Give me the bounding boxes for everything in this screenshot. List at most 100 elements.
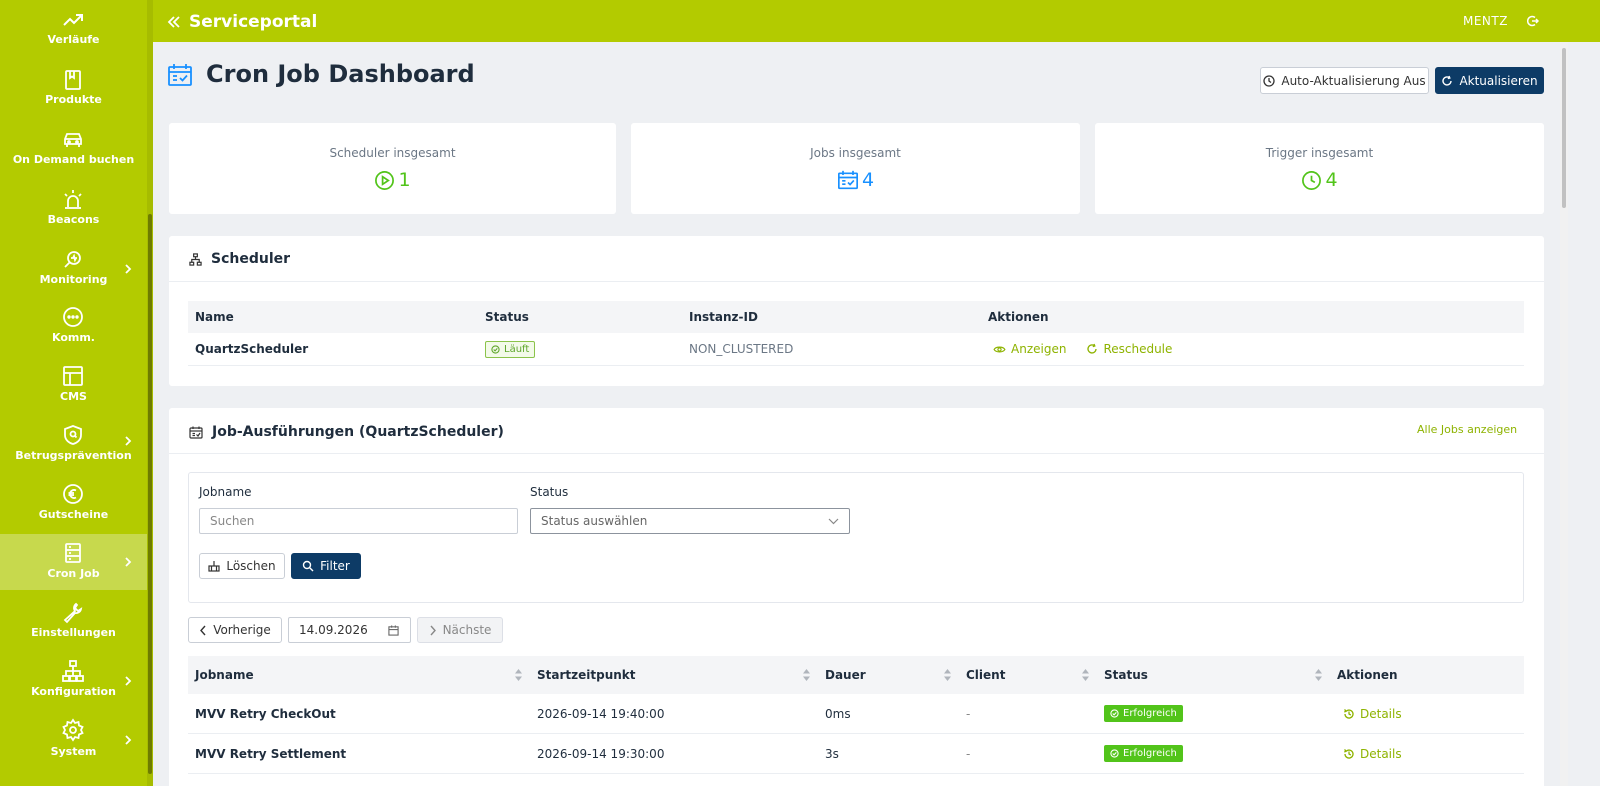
status-text: Erfolgreich bbox=[1123, 708, 1177, 719]
stat-value-row: 4 bbox=[1095, 169, 1544, 191]
status-select[interactable]: Status auswählen bbox=[530, 508, 850, 534]
sidebar-item-system[interactable]: System bbox=[0, 715, 147, 775]
jobname-label: Jobname bbox=[199, 485, 252, 499]
stat-card-trigger: Trigger insgesamt 4 bbox=[1095, 123, 1544, 214]
sidebar-item-cms[interactable]: CMS bbox=[0, 360, 147, 420]
section-title-text: Job-Ausführungen (QuartzScheduler) bbox=[212, 424, 504, 440]
scheduler-name: QuartzScheduler bbox=[195, 342, 309, 356]
page-title: Cron Job Dashboard bbox=[206, 60, 475, 88]
column-header-duration[interactable]: Dauer bbox=[825, 656, 866, 694]
calendar-icon bbox=[189, 426, 203, 439]
executions-section-title: Job-Ausführungen (QuartzScheduler) bbox=[189, 424, 504, 440]
eye-icon bbox=[993, 346, 1006, 352]
column-header-jobname[interactable]: Jobname bbox=[195, 656, 254, 694]
auto-refresh-label: Auto-Aktualisierung Aus bbox=[1281, 73, 1426, 88]
column-header: Aktionen bbox=[988, 310, 1049, 324]
job-name: MVV Retry Settlement bbox=[195, 746, 347, 761]
divider bbox=[169, 281, 1544, 282]
previous-day-label: Vorherige bbox=[213, 623, 271, 637]
table-row: MVV Retry CheckOut 2026-09-14 19:40:00 0… bbox=[188, 694, 1524, 734]
sort-icon[interactable] bbox=[944, 669, 951, 681]
auto-refresh-button[interactable]: Auto-Aktualisierung Aus bbox=[1260, 67, 1429, 94]
page-scrollbar-thumb[interactable] bbox=[1562, 48, 1566, 208]
date-picker[interactable]: 14.09.2026 bbox=[288, 617, 411, 643]
status-text: Erfolgreich bbox=[1123, 748, 1177, 759]
view-link[interactable]: Anzeigen bbox=[993, 342, 1066, 356]
column-header-client[interactable]: Client bbox=[966, 656, 1005, 694]
sidebar-item-gutscheine[interactable]: Gutscheine bbox=[0, 480, 147, 540]
details-link[interactable]: Details bbox=[1343, 707, 1402, 721]
sidebar-item-label: On Demand buchen bbox=[12, 153, 135, 166]
user-name[interactable]: MENTZ bbox=[1463, 14, 1508, 28]
cluster-icon bbox=[189, 252, 202, 266]
reschedule-link[interactable]: Reschedule bbox=[1086, 342, 1172, 356]
status-label: Status bbox=[530, 485, 569, 499]
scheduler-card: Scheduler Name Status Instanz-ID Aktione… bbox=[169, 236, 1544, 386]
sidebar-item-beacons[interactable]: Beacons bbox=[0, 180, 147, 240]
shield-icon bbox=[64, 425, 82, 445]
jobname-search-input[interactable]: Suchen bbox=[199, 508, 518, 534]
chevron-right-icon bbox=[125, 735, 132, 745]
stat-label: Scheduler insgesamt bbox=[329, 146, 456, 160]
sidebar-item-verlaeufe[interactable]: Verläufe bbox=[0, 0, 147, 60]
sidebar-item-komm[interactable]: Komm. bbox=[0, 300, 147, 360]
history-icon bbox=[1344, 748, 1354, 759]
clear-filter-button[interactable]: Löschen bbox=[199, 553, 285, 579]
sidebar: Verläufe Produkte On Demand buchen Beaco… bbox=[0, 0, 153, 786]
chat-icon bbox=[63, 307, 83, 327]
brand-title[interactable]: Serviceportal bbox=[189, 12, 317, 32]
job-client: - bbox=[966, 746, 971, 761]
sidebar-scrollbar-thumb[interactable] bbox=[148, 214, 152, 774]
calendar-check-icon bbox=[168, 64, 192, 86]
sort-icon[interactable] bbox=[1082, 669, 1089, 681]
sort-icon[interactable] bbox=[1315, 669, 1322, 681]
logout-icon[interactable] bbox=[1527, 14, 1539, 28]
sidebar-item-label: Komm. bbox=[52, 331, 95, 344]
sidebar-item-betrugspraevention[interactable]: Betrugsprävention bbox=[0, 420, 147, 480]
details-link-label: Details bbox=[1360, 746, 1402, 761]
sidebar-item-label: System bbox=[50, 745, 97, 758]
sidebar-item-monitoring[interactable]: Monitoring bbox=[0, 240, 147, 300]
check-circle-icon bbox=[1110, 749, 1119, 758]
actions-cell: Anzeigen Reschedule bbox=[993, 333, 1172, 365]
column-header-status[interactable]: Status bbox=[1104, 656, 1148, 694]
clock-icon bbox=[1263, 74, 1276, 87]
divider bbox=[169, 453, 1544, 454]
previous-day-button[interactable]: Vorherige bbox=[188, 617, 282, 643]
all-jobs-link[interactable]: Alle Jobs anzeigen bbox=[1417, 423, 1517, 436]
server-icon bbox=[65, 543, 81, 563]
status-cell: Erfolgreich bbox=[1104, 694, 1183, 733]
details-link[interactable]: Details bbox=[1343, 747, 1402, 761]
search-icon bbox=[302, 560, 314, 572]
column-header-start[interactable]: Startzeitpunkt bbox=[537, 656, 636, 694]
filter-button[interactable]: Filter bbox=[291, 553, 361, 579]
column-header: Status bbox=[485, 310, 529, 324]
sidebar-item-label: Verläufe bbox=[47, 33, 100, 46]
sidebar-item-produkte[interactable]: Produkte bbox=[0, 60, 147, 120]
sidebar-item-einstellungen[interactable]: Einstellungen bbox=[0, 595, 147, 655]
network-icon bbox=[62, 660, 84, 682]
stat-card-scheduler: Scheduler insgesamt 1 bbox=[169, 123, 616, 214]
refresh-button[interactable]: Aktualisieren bbox=[1435, 67, 1544, 94]
chevron-right-icon bbox=[125, 264, 132, 274]
sort-icon[interactable] bbox=[515, 669, 522, 681]
car-icon bbox=[64, 133, 82, 147]
stat-value: 4 bbox=[1325, 169, 1338, 191]
chevron-right-icon bbox=[125, 557, 132, 567]
chevron-left-icon bbox=[200, 625, 206, 635]
sidebar-item-konfiguration[interactable]: Konfiguration bbox=[0, 655, 147, 715]
column-header: Name bbox=[195, 310, 234, 324]
stat-label: Jobs insgesamt bbox=[810, 146, 901, 160]
double-chevron-left-icon[interactable] bbox=[167, 15, 181, 29]
table-row: MVV Retry Settlement 2026-09-14 19:30:00… bbox=[188, 734, 1524, 774]
sort-icon[interactable] bbox=[803, 669, 810, 681]
sidebar-item-cron-job[interactable]: Cron Job bbox=[0, 534, 147, 590]
next-day-button[interactable]: Nächste bbox=[417, 617, 503, 643]
date-value: 14.09.2026 bbox=[299, 623, 368, 637]
table-row: QuartzScheduler Läuft NON_CLUSTERED Anze… bbox=[188, 333, 1524, 366]
job-start-time: 2026-09-14 19:30:00 bbox=[537, 746, 665, 761]
sidebar-item-on-demand[interactable]: On Demand buchen bbox=[0, 120, 147, 180]
trend-icon bbox=[63, 14, 83, 26]
refresh-icon bbox=[1087, 343, 1098, 354]
status-cell: Läuft bbox=[485, 333, 536, 365]
